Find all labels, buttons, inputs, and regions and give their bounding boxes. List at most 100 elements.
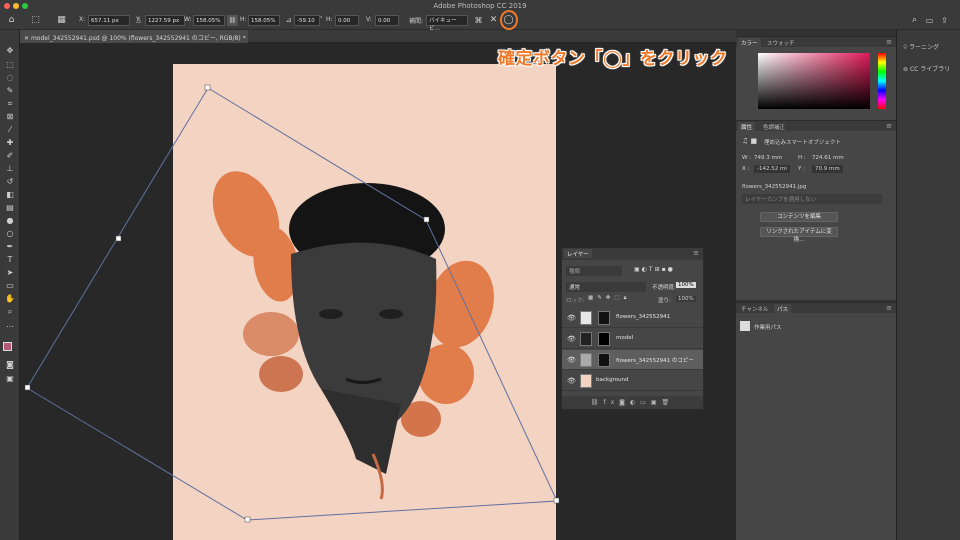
angle-field[interactable]: -59.10 xyxy=(294,15,320,26)
height-value[interactable]: 724.61 mm xyxy=(812,155,844,161)
panel-menu-icon[interactable]: ≡ xyxy=(886,38,892,46)
close-tab-icon[interactable]: ✕ xyxy=(24,35,31,42)
path-thumbnail xyxy=(740,321,750,331)
tab-layers[interactable]: レイヤー xyxy=(564,249,592,258)
search-icon[interactable]: ⌕ xyxy=(909,15,920,26)
properties-panel: 属性 色調補正 ≡ ♫ ■ 埋め込みスマートオブジェクト W : 749.3 m… xyxy=(736,120,896,300)
tab-swatches[interactable]: スウォッチ xyxy=(764,38,798,48)
layer-filter-select[interactable]: 種類 xyxy=(566,266,622,276)
transform-tool-icon[interactable]: ⬚ xyxy=(30,15,41,26)
move-tool-icon[interactable]: ✥ xyxy=(5,46,15,56)
layer-row[interactable]: 👁︎ flowers_342552941 xyxy=(562,308,703,328)
handle-bottom-right[interactable] xyxy=(553,497,560,504)
handle-left-middle[interactable] xyxy=(115,235,122,242)
width-value[interactable]: 749.3 mm xyxy=(754,155,782,161)
lock-icons[interactable]: ▦✎✥⬚🔒︎ xyxy=(588,295,631,302)
layer-row[interactable]: 👁︎ model xyxy=(562,329,703,349)
panel-menu-icon[interactable]: ≡ xyxy=(886,122,892,130)
hue-slider[interactable] xyxy=(878,53,886,109)
warp-mode-icon[interactable]: ⌘ xyxy=(473,15,484,26)
dodge-tool-icon[interactable]: ○ xyxy=(5,229,15,239)
lasso-tool-icon[interactable]: ◌ xyxy=(5,73,15,83)
edit-contents-button[interactable]: コンテンツを編集 xyxy=(760,212,838,222)
handle-bottom-middle[interactable] xyxy=(244,516,251,523)
link-chain-icon[interactable]: ⛓ xyxy=(227,15,238,26)
history-brush-icon[interactable]: ↺ xyxy=(5,177,15,187)
rotate-angle-icon: ⊿ xyxy=(285,16,292,24)
eyedropper-tool-icon[interactable]: ⁄ xyxy=(5,125,15,135)
layer-mask-thumbnail[interactable] xyxy=(598,353,610,367)
fill-field[interactable]: 100% xyxy=(676,296,696,302)
tab-color[interactable]: カラー xyxy=(738,38,761,47)
horizontal-skew-field[interactable]: 0.00 xyxy=(335,15,359,26)
work-path-label[interactable]: 作業用パス xyxy=(754,323,782,331)
opacity-field[interactable]: 100% xyxy=(676,282,696,288)
blend-mode-select[interactable]: 通常 xyxy=(566,282,646,292)
tab-paths[interactable]: パス xyxy=(774,304,792,313)
fill-label: 塗り: xyxy=(658,298,671,304)
more-tools-icon[interactable]: … xyxy=(5,320,15,330)
blur-tool-icon[interactable]: ● xyxy=(5,216,15,226)
layer-thumbnail xyxy=(580,353,592,367)
panel-menu-icon[interactable]: ≡ xyxy=(693,249,699,257)
visibility-eye-icon[interactable]: 👁︎ xyxy=(567,314,576,322)
frame-tool-icon[interactable]: ⊠ xyxy=(5,112,15,122)
convert-linked-button[interactable]: リンクされたアイテムに変換... xyxy=(760,227,838,243)
color-field[interactable] xyxy=(758,53,870,109)
layer-row-selected[interactable]: 👁︎ flowers_342552941 のコピー xyxy=(562,350,703,370)
rectangle-tool-icon[interactable]: ▭ xyxy=(5,281,15,291)
quick-select-tool-icon[interactable]: ✎ xyxy=(5,86,15,96)
hand-tool-icon[interactable]: ✋ xyxy=(5,294,15,304)
layer-comp-select[interactable]: レイヤーカンプを適用しない xyxy=(742,194,882,204)
handle-bottom-left[interactable] xyxy=(24,384,31,391)
crop-tool-icon[interactable]: ⌗ xyxy=(5,99,15,109)
layer-mask-thumbnail[interactable] xyxy=(598,332,610,346)
tab-properties[interactable]: 属性 xyxy=(738,122,756,131)
path-select-icon[interactable]: ➤ xyxy=(5,268,15,278)
brush-tool-icon[interactable]: ✐ xyxy=(5,151,15,161)
panel-menu-icon[interactable]: ≡ xyxy=(886,304,892,312)
height-scale-field[interactable]: 158.05% xyxy=(248,15,280,26)
visibility-eye-icon[interactable]: 👁︎ xyxy=(567,356,576,364)
handle-top-right[interactable] xyxy=(423,216,430,223)
y-value[interactable]: 70.9 mm xyxy=(812,165,843,173)
share-icon[interactable]: ⇪ xyxy=(939,15,950,26)
clone-stamp-icon[interactable]: ⊥ xyxy=(5,164,15,174)
gradient-tool-icon[interactable]: ▤ xyxy=(5,203,15,213)
visibility-eye-icon[interactable]: 👁︎ xyxy=(567,377,576,385)
x-value[interactable]: -142.52 mi xyxy=(754,165,790,173)
tab-adjustments[interactable]: 色調補正 xyxy=(760,122,788,132)
hskew-label: H: xyxy=(326,16,333,23)
eraser-tool-icon[interactable]: ◧ xyxy=(5,190,15,200)
vertical-skew-field[interactable]: 0.00 xyxy=(375,15,399,26)
cc-libraries-button[interactable]: ⊚ CC ライブラリ xyxy=(903,64,950,73)
type-tool-icon[interactable]: T xyxy=(5,255,15,265)
visibility-eye-icon[interactable]: 👁︎ xyxy=(567,335,576,343)
layer-row[interactable]: 👁︎ background xyxy=(562,371,703,391)
tab-channels[interactable]: チャンネル xyxy=(738,304,771,314)
zoom-tool-icon[interactable]: ⌕ xyxy=(5,307,15,317)
reference-point-icon[interactable]: ▦ xyxy=(56,15,67,26)
screen-mode-icon[interactable]: ▣ xyxy=(5,374,15,384)
layer-name: flowers_342552941 のコピー xyxy=(616,358,694,364)
x-position-field[interactable]: 657.11 px xyxy=(88,15,130,26)
interpolation-select[interactable]: バイキュービ… xyxy=(426,15,468,32)
width-scale-field[interactable]: 158.05% xyxy=(193,15,225,26)
flower-cluster-left xyxy=(212,171,303,392)
workspace-icon[interactable]: ▭ xyxy=(924,15,935,26)
learn-panel-button[interactable]: 💡︎ ラーニング xyxy=(903,42,939,52)
layer-mask-thumbnail[interactable] xyxy=(598,311,610,325)
layer-filter-icons[interactable]: ▣◐T⊞▪● xyxy=(634,266,675,273)
quick-mask-icon[interactable]: ◙ xyxy=(5,360,15,370)
foreground-color-swatch[interactable] xyxy=(3,342,12,351)
y-position-field[interactable]: 1227.59 px xyxy=(145,15,185,26)
healing-brush-icon[interactable]: ✚ xyxy=(5,138,15,148)
handle-top-left[interactable] xyxy=(204,84,211,91)
interpolation-label: 補間: xyxy=(409,18,424,25)
layers-footer-toolbar[interactable]: ⛓fx◙◐▭▣🗑︎ xyxy=(562,396,703,409)
cancel-transform-button[interactable]: ✕ xyxy=(488,15,499,26)
pen-tool-icon[interactable]: ✒ xyxy=(5,242,15,252)
home-icon[interactable]: ⌂ xyxy=(6,15,17,26)
marquee-tool-icon[interactable]: ⬚ xyxy=(5,60,15,70)
document-tab[interactable]: ✕ model_342552941.psd @ 100% (flowers_34… xyxy=(20,30,248,43)
